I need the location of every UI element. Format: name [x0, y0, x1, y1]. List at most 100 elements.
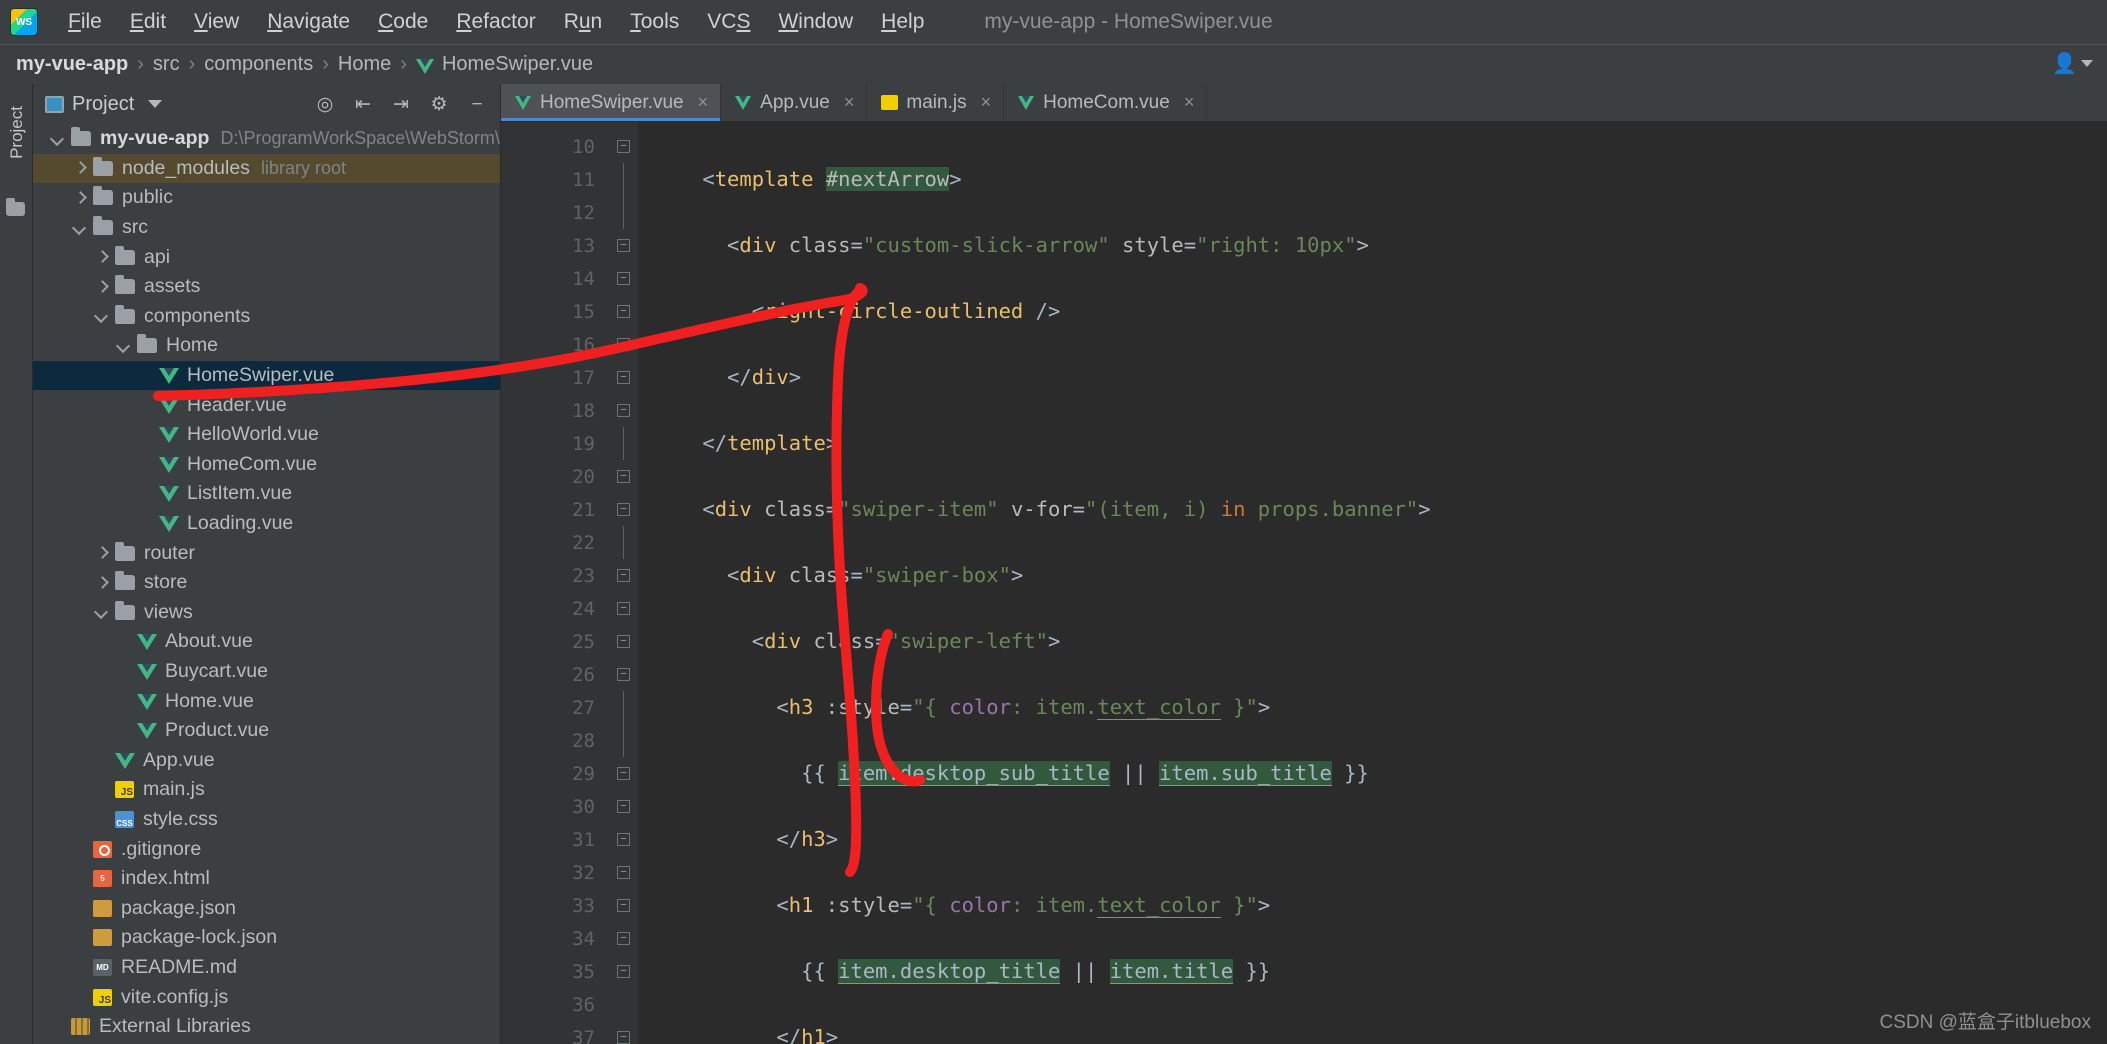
collapse-all-icon[interactable]: ⇤: [352, 95, 374, 114]
tree-item-package-lock-json[interactable]: package-lock.json: [33, 923, 500, 953]
fold-marker[interactable]: −: [609, 361, 638, 394]
fold-marker[interactable]: −: [609, 130, 638, 163]
chevron-right-icon[interactable]: [95, 546, 109, 560]
fold-marker[interactable]: [609, 196, 638, 229]
tree-item-src[interactable]: src: [33, 213, 500, 243]
tree-item-main-js[interactable]: JS main.js: [33, 775, 500, 805]
fold-marker[interactable]: −: [609, 823, 638, 856]
chevron-down-icon[interactable]: [117, 339, 131, 353]
fold-marker[interactable]: −: [609, 229, 638, 262]
tree-item-helloworld-vue[interactable]: HelloWorld.vue: [33, 420, 500, 450]
chevron-down-icon[interactable]: [95, 605, 109, 619]
tree-item-views[interactable]: views: [33, 598, 500, 628]
tree-item-loading-vue[interactable]: Loading.vue: [33, 509, 500, 539]
editor-tab-app-vue[interactable]: App.vue ×: [721, 84, 868, 121]
fold-expand-icon[interactable]: −: [617, 932, 630, 945]
code-folding-gutter[interactable]: − − − − − − − − − − − − − − − − − − − − −: [609, 122, 639, 1044]
menu-item-edit[interactable]: Edit: [116, 6, 180, 38]
fold-expand-icon[interactable]: −: [617, 470, 630, 483]
fold-marker[interactable]: −: [609, 658, 638, 691]
fold-marker[interactable]: −: [609, 625, 638, 658]
tree-item-buycart-vue[interactable]: Buycart.vue: [33, 657, 500, 687]
tree-item-api[interactable]: api: [33, 242, 500, 272]
fold-marker[interactable]: −: [609, 394, 638, 427]
chevron-down-icon[interactable]: [73, 221, 87, 235]
fold-expand-icon[interactable]: −: [617, 239, 630, 252]
fold-marker[interactable]: −: [609, 856, 638, 889]
target-icon[interactable]: ◎: [314, 95, 336, 114]
close-icon[interactable]: ×: [698, 92, 709, 113]
fold-expand-icon[interactable]: −: [617, 800, 630, 813]
tree-item-product-vue[interactable]: Product.vue: [33, 716, 500, 746]
tree-item-components[interactable]: components: [33, 302, 500, 332]
tree-item--gitignore[interactable]: .gitignore: [33, 834, 500, 864]
chevron-right-icon[interactable]: [95, 280, 109, 294]
fold-marker[interactable]: −: [609, 757, 638, 790]
fold-marker[interactable]: −: [609, 922, 638, 955]
breadcrumb-item-1[interactable]: src: [153, 53, 180, 76]
breadcrumb-item-2[interactable]: components: [204, 53, 313, 76]
tree-item-homecom-vue[interactable]: HomeCom.vue: [33, 450, 500, 480]
tree-item-app-vue[interactable]: App.vue: [33, 745, 500, 775]
fold-marker[interactable]: −: [609, 262, 638, 295]
tree-item-header-vue[interactable]: Header.vue: [33, 390, 500, 420]
menu-item-tools[interactable]: Tools: [616, 6, 693, 38]
fold-collapse-icon[interactable]: −: [617, 404, 630, 417]
tree-item-about-vue[interactable]: About.vue: [33, 627, 500, 657]
fold-expand-icon[interactable]: −: [617, 866, 630, 879]
tree-item-home-vue[interactable]: Home.vue: [33, 686, 500, 716]
tree-item-public[interactable]: public: [33, 183, 500, 213]
fold-expand-icon[interactable]: −: [617, 272, 630, 285]
tree-item-readme-md[interactable]: MD README.md: [33, 953, 500, 983]
code-viewport[interactable]: 10 11 12 13 14 15 16 17 18 19 20 21 22 23 24 25 26 27 28 29…: [501, 122, 2107, 1044]
tree-item-my-vue-app[interactable]: my-vue-app D:\ProgramWorkSpace\WebStorm\2…: [33, 124, 500, 154]
fold-marker[interactable]: [609, 691, 638, 724]
menu-item-vcs[interactable]: VCS: [693, 6, 764, 38]
tree-item-homeswiper-vue[interactable]: HomeSwiper.vue: [33, 360, 500, 391]
editor-tab-homecom-vue[interactable]: HomeCom.vue ×: [1004, 84, 1208, 121]
fold-marker[interactable]: [609, 526, 638, 559]
gear-icon[interactable]: ⚙: [428, 95, 450, 114]
breadcrumb-item-3[interactable]: Home: [338, 53, 391, 76]
fold-expand-icon[interactable]: −: [617, 899, 630, 912]
expand-icon[interactable]: ⇥: [390, 95, 412, 114]
tree-item-router[interactable]: router: [33, 538, 500, 568]
tree-item-external-libraries[interactable]: External Libraries: [33, 1012, 500, 1042]
fold-collapse-icon[interactable]: −: [617, 668, 630, 681]
tree-item-store[interactable]: store: [33, 568, 500, 598]
fold-marker[interactable]: −: [609, 493, 638, 526]
fold-marker[interactable]: −: [609, 592, 638, 625]
hide-icon[interactable]: −: [466, 95, 488, 114]
menu-item-run[interactable]: Run: [550, 6, 617, 38]
menu-item-view[interactable]: View: [180, 6, 253, 38]
fold-marker[interactable]: −: [609, 295, 638, 328]
fold-marker[interactable]: −: [609, 955, 638, 988]
code-content[interactable]: <template #nextArrow> <div class="custom…: [639, 122, 2107, 1044]
fold-expand-icon[interactable]: −: [617, 767, 630, 780]
fold-collapse-icon[interactable]: −: [617, 503, 630, 516]
fold-marker[interactable]: [609, 724, 638, 757]
chevron-down-icon[interactable]: [51, 132, 65, 146]
menu-item-navigate[interactable]: Navigate: [253, 6, 364, 38]
breadcrumb-item-4[interactable]: HomeSwiper.vue: [442, 53, 593, 76]
fold-expand-icon[interactable]: −: [617, 965, 630, 978]
fold-marker[interactable]: [609, 163, 638, 196]
chevron-right-icon[interactable]: [73, 161, 87, 175]
menu-item-window[interactable]: Window: [764, 6, 867, 38]
tree-item-assets[interactable]: assets: [33, 272, 500, 302]
close-icon[interactable]: ×: [1184, 92, 1195, 113]
close-icon[interactable]: ×: [981, 92, 992, 113]
fold-marker[interactable]: −: [609, 889, 638, 922]
fold-collapse-icon[interactable]: −: [617, 1031, 630, 1044]
fold-expand-icon[interactable]: −: [617, 833, 630, 846]
close-icon[interactable]: ×: [844, 92, 855, 113]
tree-item-package-json[interactable]: package.json: [33, 893, 500, 923]
fold-expand-icon[interactable]: −: [617, 602, 630, 615]
project-file-tree[interactable]: my-vue-app D:\ProgramWorkSpace\WebStorm\2…: [33, 124, 500, 1044]
fold-expand-icon[interactable]: −: [617, 569, 630, 582]
menu-item-file[interactable]: File: [54, 6, 116, 38]
tree-item-listitem-vue[interactable]: ListItem.vue: [33, 479, 500, 509]
chevron-right-icon[interactable]: [95, 576, 109, 590]
tree-item-index-html[interactable]: 5 index.html: [33, 864, 500, 894]
chevron-down-icon[interactable]: [95, 309, 109, 323]
